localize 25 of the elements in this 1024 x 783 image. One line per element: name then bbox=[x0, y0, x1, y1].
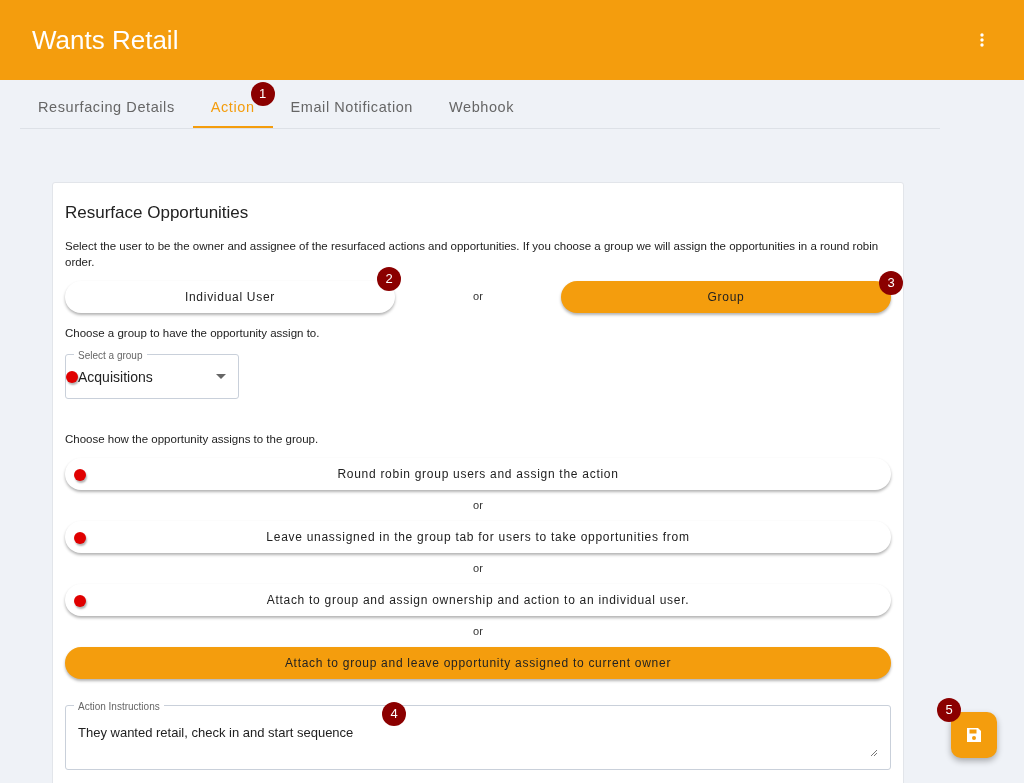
tab[interactable]: Email Notification bbox=[272, 90, 431, 128]
annotation-number: 2 bbox=[377, 266, 401, 291]
annotation-number: 3 bbox=[879, 270, 903, 295]
or-separator: or bbox=[472, 289, 484, 305]
section-title: Resurface Opportunities bbox=[65, 202, 250, 224]
tab[interactable]: Webhook bbox=[431, 90, 533, 128]
annotation-number: 5 bbox=[937, 698, 961, 722]
option-button[interactable]: Attach to group and leave opportunity assigned to current owner bbox=[65, 647, 891, 679]
group-prompt: Choose a group to have the opportunity assign to. bbox=[65, 325, 321, 341]
or-separator: or bbox=[473, 499, 483, 512]
save-icon bbox=[966, 727, 982, 743]
field-value: They wanted retail, check in and start sequence bbox=[78, 725, 354, 740]
option-button[interactable]: Round robin group users and assign the action bbox=[65, 458, 891, 490]
option-button[interactable]: Leave unassigned in the group tab for users to take opportunities from bbox=[65, 521, 891, 553]
dropdown-caret-icon bbox=[216, 373, 226, 379]
annotation-number: 4 bbox=[382, 702, 406, 726]
app-title: Wants Retail bbox=[32, 23, 179, 57]
or-separator: or bbox=[473, 562, 483, 575]
select-value: Acquisitions bbox=[78, 367, 153, 387]
save-button[interactable] bbox=[951, 712, 997, 758]
option-button[interactable]: Attach to group and assign ownership and action to an individual user. bbox=[65, 584, 891, 616]
resize-handle-icon[interactable] bbox=[870, 749, 878, 757]
or-separator: or bbox=[473, 625, 483, 638]
tab[interactable]: Resurfacing Details bbox=[20, 90, 193, 128]
assign-prompt: Choose how the opportunity assigns to the group. bbox=[65, 431, 320, 447]
